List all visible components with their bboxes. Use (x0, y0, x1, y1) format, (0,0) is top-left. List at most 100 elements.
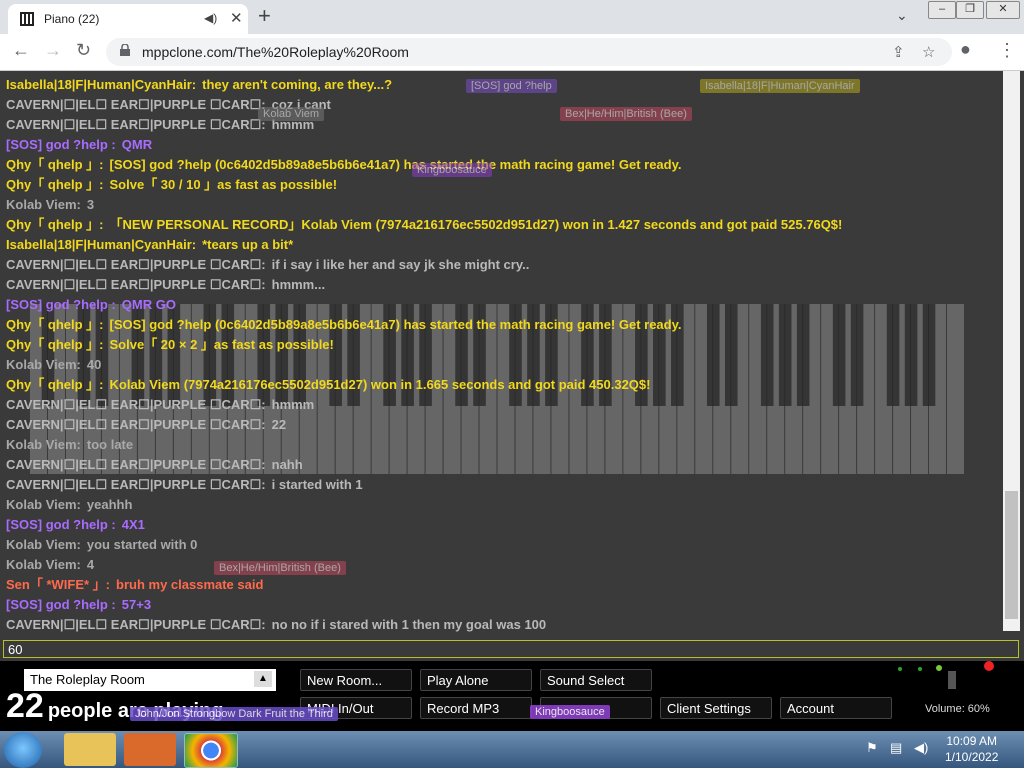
chevron-down-icon[interactable]: ⌄ (896, 7, 908, 24)
chat-text: Kolab Viem (7974a216176ec5502d951d27) wo… (109, 377, 651, 392)
chat-username[interactable]: CAVERN|☐|EL☐ EAR☐|PURPLE ☐CAR☐: (6, 617, 266, 632)
cursor-label: Kingboosauce (412, 163, 492, 177)
cursor-label: Bex|He/Him|British (Bee) (214, 561, 346, 575)
chat-text: 「NEW PERSONAL RECORD」Kolab Viem (7974a21… (109, 217, 843, 232)
record-indicator-icon (984, 661, 994, 671)
room-name: The Roleplay Room (30, 672, 145, 687)
chat-text: [SOS] god ?help (0c6402d5b89a8e5b6b6e41a… (109, 157, 682, 172)
lock-icon (120, 44, 130, 56)
profile-icon[interactable]: ● (960, 39, 971, 60)
volume-knob[interactable] (948, 671, 956, 689)
network-icon[interactable]: ▤ (890, 740, 902, 756)
chat-message: CAVERN|☐|EL☐ EAR☐|PURPLE ☐CAR☐: 22 (6, 415, 996, 435)
client-settings-button[interactable]: Client Settings (660, 697, 772, 719)
chat-username[interactable]: CAVERN|☐|EL☐ EAR☐|PURPLE ☐CAR☐: (6, 277, 266, 292)
clock-time: 10:09 AM (946, 734, 998, 748)
chat-username[interactable]: CAVERN|☐|EL☐ EAR☐|PURPLE ☐CAR☐: (6, 397, 266, 412)
flag-icon[interactable]: ⚑ (866, 740, 878, 756)
chat-message: [SOS] god ?help : QMR GO (6, 295, 996, 315)
close-window-button[interactable]: ✕ (986, 1, 1020, 19)
chat-message: CAVERN|☐|EL☐ EAR☐|PURPLE ☐CAR☐: nahh (6, 455, 996, 475)
chat-username[interactable]: Qhy「 qhelp 」: (6, 157, 104, 172)
scrollbar-thumb[interactable] (1005, 491, 1018, 619)
status-dot (936, 665, 942, 671)
chat-username[interactable]: Qhy「 qhelp 」: (6, 217, 104, 232)
chat-username[interactable]: [SOS] god ?help : (6, 597, 116, 612)
chat-message: CAVERN|☐|EL☐ EAR☐|PURPLE ☐CAR☐: hmmm (6, 115, 996, 135)
record-mp3-button[interactable]: Record MP3 (420, 697, 532, 719)
chat-message: Sen「 *WIFE* 」: bruh my classmate said (6, 575, 996, 595)
chat-username[interactable]: Kolab Viem: (6, 537, 81, 552)
bookmark-star-icon[interactable]: ☆ (922, 43, 935, 61)
chat-text: no no if i stared with 1 then my goal wa… (271, 617, 547, 632)
chat-username[interactable]: Kolab Viem: (6, 357, 81, 372)
forward-icon[interactable]: → (44, 40, 62, 61)
chat-input[interactable]: 60 (3, 640, 1019, 658)
chat-username[interactable]: [SOS] god ?help : (6, 297, 116, 312)
cursor-label: Bex|He/Him|British (Bee) (560, 107, 692, 121)
clock-date: 1/10/2022 (945, 750, 999, 764)
media-player-icon[interactable] (124, 733, 176, 766)
chat-log: Isabella|18|F|Human|CyanHair: they aren't… (6, 75, 996, 635)
chat-text: QMR GO (121, 297, 176, 312)
chat-message: CAVERN|☐|EL☐ EAR☐|PURPLE ☐CAR☐: coz i can… (6, 95, 996, 115)
chat-message: Kolab Viem: yeahhh (6, 495, 996, 515)
chat-text: i started with 1 (271, 477, 363, 492)
tab-piano[interactable]: Piano (22) ◀) ✕ (8, 4, 248, 34)
chat-username[interactable]: CAVERN|☐|EL☐ EAR☐|PURPLE ☐CAR☐: (6, 417, 266, 432)
chat-text: yeahhh (86, 497, 133, 512)
maximize-button[interactable]: ❐ (956, 1, 984, 19)
chat-username[interactable]: Qhy「 qhelp 」: (6, 317, 104, 332)
minimize-button[interactable]: – (928, 1, 956, 19)
new-tab-icon[interactable]: + (258, 3, 271, 29)
chat-username[interactable]: Isabella|18|F|Human|CyanHair: (6, 237, 196, 252)
chat-username[interactable]: Sen「 *WIFE* 」: (6, 577, 110, 592)
close-tab-icon[interactable]: ✕ (230, 9, 243, 27)
piano-room-page: Isabella|18|F|Human|CyanHair: they aren't… (0, 71, 1024, 731)
chat-username[interactable]: CAVERN|☐|EL☐ EAR☐|PURPLE ☐CAR☐: (6, 257, 266, 272)
chat-username[interactable]: CAVERN|☐|EL☐ EAR☐|PURPLE ☐CAR☐: (6, 477, 266, 492)
volume-icon[interactable]: ◀) (914, 740, 928, 756)
cursor-label: John/Jon Strongbow Dark Fruit the Third (130, 707, 338, 721)
file-explorer-icon[interactable] (64, 733, 116, 766)
clock[interactable]: 10:09 AM 1/10/2022 (945, 733, 998, 765)
chat-username[interactable]: Kolab Viem: (6, 437, 81, 452)
chat-username[interactable]: Qhy「 qhelp 」: (6, 177, 104, 192)
chat-username[interactable]: CAVERN|☐|EL☐ EAR☐|PURPLE ☐CAR☐: (6, 457, 266, 472)
chat-username[interactable]: Kolab Viem: (6, 497, 81, 512)
chat-text: 4X1 (121, 517, 145, 532)
chat-scrollbar[interactable] (1003, 71, 1020, 631)
reload-icon[interactable]: ↻ (76, 40, 91, 61)
chevron-up-icon[interactable]: ▲ (254, 671, 272, 687)
taskbar: ⚑ ▤ ◀) 10:09 AM 1/10/2022 (0, 731, 1024, 768)
chat-text: Solve「 30 / 10 」as fast as possible! (109, 177, 338, 192)
chat-username[interactable]: [SOS] god ?help : (6, 517, 116, 532)
chat-username[interactable]: Kolab Viem: (6, 557, 81, 572)
chrome-icon[interactable] (184, 733, 238, 768)
play-alone-button[interactable]: Play Alone (420, 669, 532, 691)
start-button[interactable] (4, 732, 42, 768)
sound-select-button[interactable]: Sound Select (540, 669, 652, 691)
chat-username[interactable]: Qhy「 qhelp 」: (6, 337, 104, 352)
chat-username[interactable]: CAVERN|☐|EL☐ EAR☐|PURPLE ☐CAR☐: (6, 117, 266, 132)
chat-username[interactable]: Isabella|18|F|Human|CyanHair: (6, 77, 196, 92)
chat-text: 57+3 (121, 597, 152, 612)
speaker-icon[interactable]: ◀) (204, 11, 217, 25)
new-room-button[interactable]: New Room... (300, 669, 412, 691)
status-dot (918, 667, 922, 671)
account-button[interactable]: Account (780, 697, 892, 719)
chat-text: if i say i like her and say jk she might… (271, 257, 530, 272)
chat-text: QMR (121, 137, 153, 152)
chat-username[interactable]: Qhy「 qhelp 」: (6, 377, 104, 392)
chat-message: Kolab Viem: you started with 0 (6, 535, 996, 555)
address-bar[interactable]: mppclone.com/The%20Roleplay%20Room ⇪ ☆ (106, 38, 952, 66)
chat-text: nahh (271, 457, 303, 472)
menu-dots-icon[interactable]: ⋮ (998, 40, 1016, 61)
back-icon[interactable]: ← (12, 40, 30, 61)
share-icon[interactable]: ⇪ (892, 43, 905, 61)
chat-message: Qhy「 qhelp 」: [SOS] god ?help (0c6402d5b8… (6, 155, 996, 175)
chat-text: 40 (86, 357, 102, 372)
chat-username[interactable]: [SOS] god ?help : (6, 137, 116, 152)
chat-username[interactable]: CAVERN|☐|EL☐ EAR☐|PURPLE ☐CAR☐: (6, 97, 266, 112)
chat-username[interactable]: Kolab Viem: (6, 197, 81, 212)
